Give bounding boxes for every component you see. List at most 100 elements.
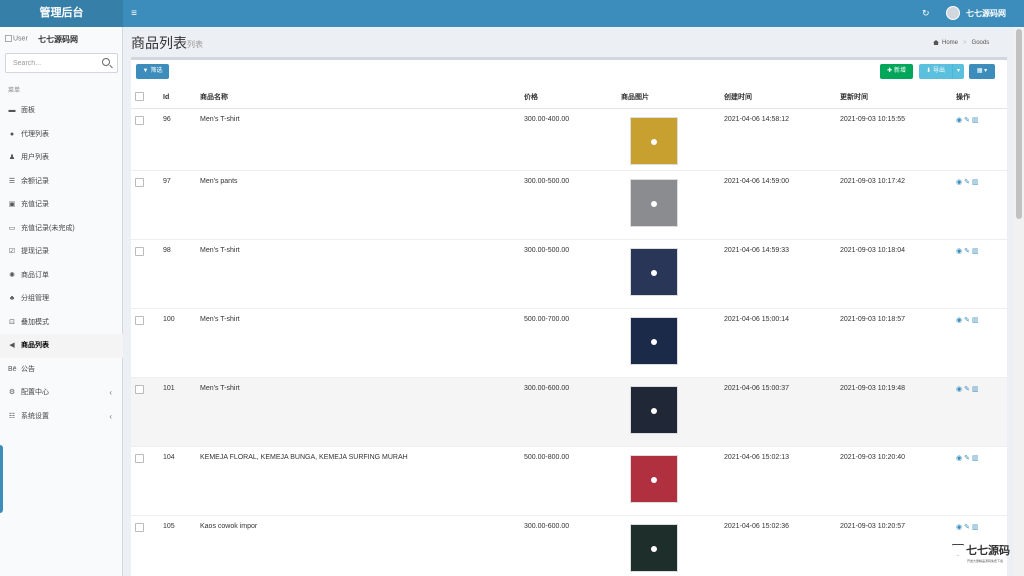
refresh-icon[interactable]: ↻ <box>922 0 930 27</box>
sidebar-item-5[interactable]: ▭ 充值记录(未完成) <box>0 217 123 241</box>
user-panel: User 七七源码网 <box>0 27 123 51</box>
table-row[interactable]: 97 Men's pants 300.00-500.00 2021-04-06 14:… <box>131 170 1007 240</box>
trash-icon[interactable]: ▥ <box>972 523 979 531</box>
menu-header: 菜单 <box>8 88 21 94</box>
sidebar-item-0[interactable]: ▬ 面板 <box>0 99 123 123</box>
row-checkbox[interactable] <box>135 115 144 125</box>
thumbnail-dot <box>651 200 657 207</box>
breadcrumb-home[interactable]: Home <box>942 40 958 46</box>
goods-table: Id 商品名称 价格 商品图片 创建时间 更新时间 操作 96 Men's T-s… <box>131 87 1007 576</box>
avatar[interactable] <box>946 6 960 20</box>
sidebar-item-label: 提现记录 <box>21 248 49 255</box>
sidebar-item-2[interactable]: ♟ 用户列表 <box>0 146 123 170</box>
trash-icon[interactable]: ▥ <box>972 454 979 462</box>
cell-created: 2021-04-06 15:00:14 <box>724 308 840 378</box>
side-tab-handle[interactable] <box>0 445 3 513</box>
eye-icon[interactable]: ◉ <box>956 316 962 324</box>
cell-name: Men's T-shirt <box>200 239 524 309</box>
product-thumbnail[interactable] <box>630 454 678 503</box>
trash-icon[interactable]: ▥ <box>972 316 979 324</box>
eye-icon[interactable]: ◉ <box>956 178 962 186</box>
sidebar: User 七七源码网 菜单 ▬ 面板 ● 代理列表 ♟ 用户列表 ☰ 余额记录 ▣ 充值记录 ▭ 充值… <box>0 27 123 576</box>
sidebar-item-8[interactable]: ♣ 分组管理 <box>0 287 123 311</box>
add-label: 新增 <box>894 68 907 74</box>
chevron-left-icon: ‹ <box>109 388 112 397</box>
search-icon[interactable] <box>102 58 110 66</box>
edit-icon[interactable]: ✎ <box>964 116 970 124</box>
thumbnail-dot <box>651 476 657 483</box>
row-checkbox[interactable] <box>135 453 144 463</box>
eye-icon[interactable]: ◉ <box>956 454 962 462</box>
row-checkbox[interactable] <box>135 315 144 325</box>
edit-icon[interactable]: ✎ <box>964 316 970 324</box>
table-body: 96 Men's T-shirt 300.00-400.00 2021-04-06 1… <box>131 108 1007 576</box>
trash-icon[interactable]: ▥ <box>972 178 979 186</box>
product-thumbnail[interactable] <box>630 523 678 572</box>
product-thumbnail[interactable] <box>630 316 678 365</box>
trash-icon[interactable]: ▥ <box>972 247 979 255</box>
edit-icon[interactable]: ✎ <box>964 454 970 462</box>
export-button[interactable]: ⬇ 导出 <box>919 64 952 79</box>
sidebar-item-13[interactable]: ☷ 系统设置 ‹ <box>0 405 123 429</box>
product-thumbnail[interactable] <box>630 116 678 165</box>
table-row[interactable]: 105 Kaos cowok impor 300.00-600.00 2021-04-… <box>131 515 1007 576</box>
sidebar-item-11[interactable]: Bē 公告 <box>0 358 123 382</box>
menu-toggle-icon[interactable]: ≡ <box>127 0 141 27</box>
filter-button[interactable]: ▼ 筛选 <box>136 64 169 79</box>
row-checkbox[interactable] <box>135 177 144 187</box>
sidebar-item-6[interactable]: ☑ 提现记录 <box>0 240 123 264</box>
row-checkbox[interactable] <box>135 522 144 532</box>
columns-button[interactable]: ▦ ▾ <box>969 64 995 79</box>
sidebar-item-7[interactable]: ✺ 商品订单 <box>0 264 123 288</box>
top-navbar: 管理后台 ≡ ↻ 七七源码网 <box>0 0 1024 27</box>
edit-icon[interactable]: ✎ <box>964 178 970 186</box>
sidebar-item-9[interactable]: ⊡ 叠加模式 <box>0 311 123 335</box>
edit-icon[interactable]: ✎ <box>964 385 970 393</box>
column-header-id[interactable]: Id <box>163 87 200 109</box>
eye-icon[interactable]: ◉ <box>956 247 962 255</box>
behance-icon: Bē <box>8 365 17 373</box>
table-row[interactable]: 101 Men's T-shirt 300.00-600.00 2021-04-06 … <box>131 377 1007 447</box>
cell-created: 2021-04-06 14:59:33 <box>724 239 840 309</box>
table-row[interactable]: 100 Men's T-shirt 500.00-700.00 2021-04-06 … <box>131 308 1007 378</box>
sidebar-item-3[interactable]: ☰ 余额记录 <box>0 170 123 194</box>
column-header-updated: 更新时间 <box>840 87 956 109</box>
product-thumbnail[interactable] <box>630 385 678 434</box>
list-alt-icon: ☷ <box>8 412 16 420</box>
page-scrollbar[interactable] <box>1014 27 1024 576</box>
cell-actions: ◉ ✎ ▥ <box>956 239 1007 309</box>
thumbnail-dot <box>651 269 657 276</box>
select-all-checkbox[interactable] <box>135 91 144 101</box>
row-select-cell <box>131 170 163 240</box>
export-label: 导出 <box>933 68 946 74</box>
eye-icon[interactable]: ◉ <box>956 523 962 531</box>
eye-icon[interactable]: ◉ <box>956 116 962 124</box>
sidebar-item-12[interactable]: ⚙ 配置中心 ‹ <box>0 381 123 405</box>
product-thumbnail[interactable] <box>630 178 678 227</box>
breadcrumb-current: Goods <box>971 40 990 46</box>
row-checkbox[interactable] <box>135 246 144 256</box>
header-user-name[interactable]: 七七源码网 <box>966 0 1006 27</box>
sidebar-item-4[interactable]: ▣ 充值记录 <box>0 193 123 217</box>
table-row[interactable]: 96 Men's T-shirt 300.00-400.00 2021-04-06 1… <box>131 108 1007 171</box>
cell-actions: ◉ ✎ ▥ <box>956 377 1007 447</box>
watermark-logo-icon <box>952 544 964 556</box>
trash-icon[interactable]: ▥ <box>972 385 979 393</box>
product-thumbnail[interactable] <box>630 247 678 296</box>
edit-icon[interactable]: ✎ <box>964 247 970 255</box>
trash-icon[interactable]: ▥ <box>972 116 979 124</box>
table-row[interactable]: 104 KEMEJA FLORAL, KEMEJA BUNGA, KEMEJA S… <box>131 446 1007 516</box>
eye-icon[interactable]: ◉ <box>956 385 962 393</box>
scrollbar-thumb[interactable] <box>1016 29 1022 219</box>
add-button[interactable]: ✚ 新增 <box>880 64 913 79</box>
export-dropdown-button[interactable]: ▾ <box>952 64 964 79</box>
edit-icon[interactable]: ✎ <box>964 523 970 531</box>
page-subtitle: 列表 <box>187 40 203 49</box>
row-checkbox[interactable] <box>135 384 144 394</box>
search-input[interactable] <box>6 54 96 72</box>
app-logo[interactable]: 管理后台 <box>0 0 123 27</box>
table-row[interactable]: 98 Men's T-shirt 300.00-500.00 2021-04-06 1… <box>131 239 1007 309</box>
sidebar-item-1[interactable]: ● 代理列表 <box>0 123 123 147</box>
sidebar-item-10[interactable]: ◀ 商品列表 <box>0 334 123 358</box>
breadcrumb-separator: > <box>963 40 967 46</box>
